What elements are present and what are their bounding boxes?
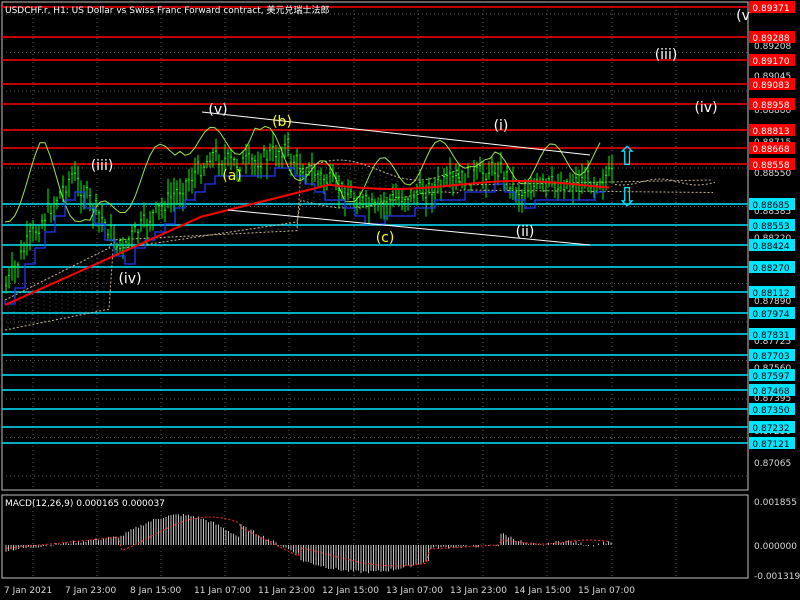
- lower-trend-line: [227, 209, 591, 246]
- cyan-level-label: 0.87703: [752, 352, 789, 362]
- cyan-level-label: 0.87121: [752, 440, 789, 450]
- red-level-label: 0.88668: [752, 145, 789, 155]
- time-axis-tick: 7 Jan 23:00: [65, 586, 117, 596]
- cyan-level-label: 0.88685: [752, 201, 789, 211]
- red-level-label: 0.88813: [752, 127, 789, 137]
- time-axis-tick: 15 Jan 07:00: [578, 586, 635, 596]
- red-level-label: 0.88558: [752, 161, 789, 171]
- cyan-level-label: 0.88553: [752, 222, 789, 232]
- red-level-label: 0.89288: [752, 34, 789, 44]
- macd-axis-tick: -0.001319: [754, 572, 800, 582]
- time-axis-tick: 11 Jan 23:00: [258, 586, 315, 596]
- cloud-lower-line: [4, 189, 714, 331]
- wave-label: (iii): [91, 158, 114, 174]
- red-level-label: 0.89371: [752, 4, 789, 14]
- cyan-level-label: 0.87974: [752, 310, 789, 320]
- cyan-level-label: 0.87597: [752, 372, 789, 382]
- cyan-level-label: 0.88424: [752, 242, 789, 252]
- wave-label: (ii): [516, 224, 535, 240]
- price-axis-tick: 0.87065: [754, 459, 791, 469]
- time-axis-tick: 12 Jan 15:00: [322, 586, 379, 596]
- wave-label: (i): [494, 118, 509, 134]
- wave-label-yellow: (a): [222, 168, 242, 184]
- up-arrow-icon: ⇧: [616, 142, 638, 172]
- time-axis-tick: 11 Jan 07:00: [194, 586, 251, 596]
- cyan-level-label: 0.88270: [752, 264, 789, 274]
- cyan-level-label: 0.87232: [752, 424, 789, 434]
- time-axis-tick: 14 Jan 15:00: [514, 586, 571, 596]
- wave-label: (v): [208, 102, 227, 118]
- cyan-level-label: 0.87350: [752, 406, 789, 416]
- wave-label: (v: [736, 8, 750, 24]
- wave-label: (iv): [118, 271, 141, 287]
- wave-label: (iv): [694, 100, 717, 116]
- time-axis-tick: 13 Jan 07:00: [386, 586, 443, 596]
- time-axis-tick: 8 Jan 15:00: [130, 586, 182, 596]
- macd-label: MACD(12,26,9) 0.000165 0.000037: [5, 499, 165, 509]
- time-axis-tick: 13 Jan 23:00: [450, 586, 507, 596]
- chart-canvas[interactable]: 0.893710.892080.890450.888800.887150.885…: [0, 0, 800, 600]
- cyan-level-label: 0.88112: [752, 289, 789, 299]
- time-axis-tick: 7 Jan 2021: [4, 586, 52, 596]
- cyan-level-label: 0.87831: [752, 331, 789, 341]
- macd-axis-tick: 0.001855: [754, 498, 797, 508]
- macd-axis-tick: 0.000000: [754, 542, 797, 552]
- wave-label-yellow: (c): [376, 230, 395, 246]
- red-level-label: 0.88958: [752, 101, 789, 111]
- cyan-level-label: 0.87468: [752, 387, 789, 397]
- red-level-label: 0.89083: [752, 81, 789, 91]
- wave-label: (iii): [655, 47, 678, 63]
- chart-title: USDCHF.r, H1: US Dollar vs Swiss Franc F…: [5, 4, 329, 16]
- wave-label-yellow: (b): [272, 114, 292, 130]
- down-arrow-icon: ⇩: [616, 183, 638, 213]
- red-level-label: 0.89170: [752, 57, 789, 67]
